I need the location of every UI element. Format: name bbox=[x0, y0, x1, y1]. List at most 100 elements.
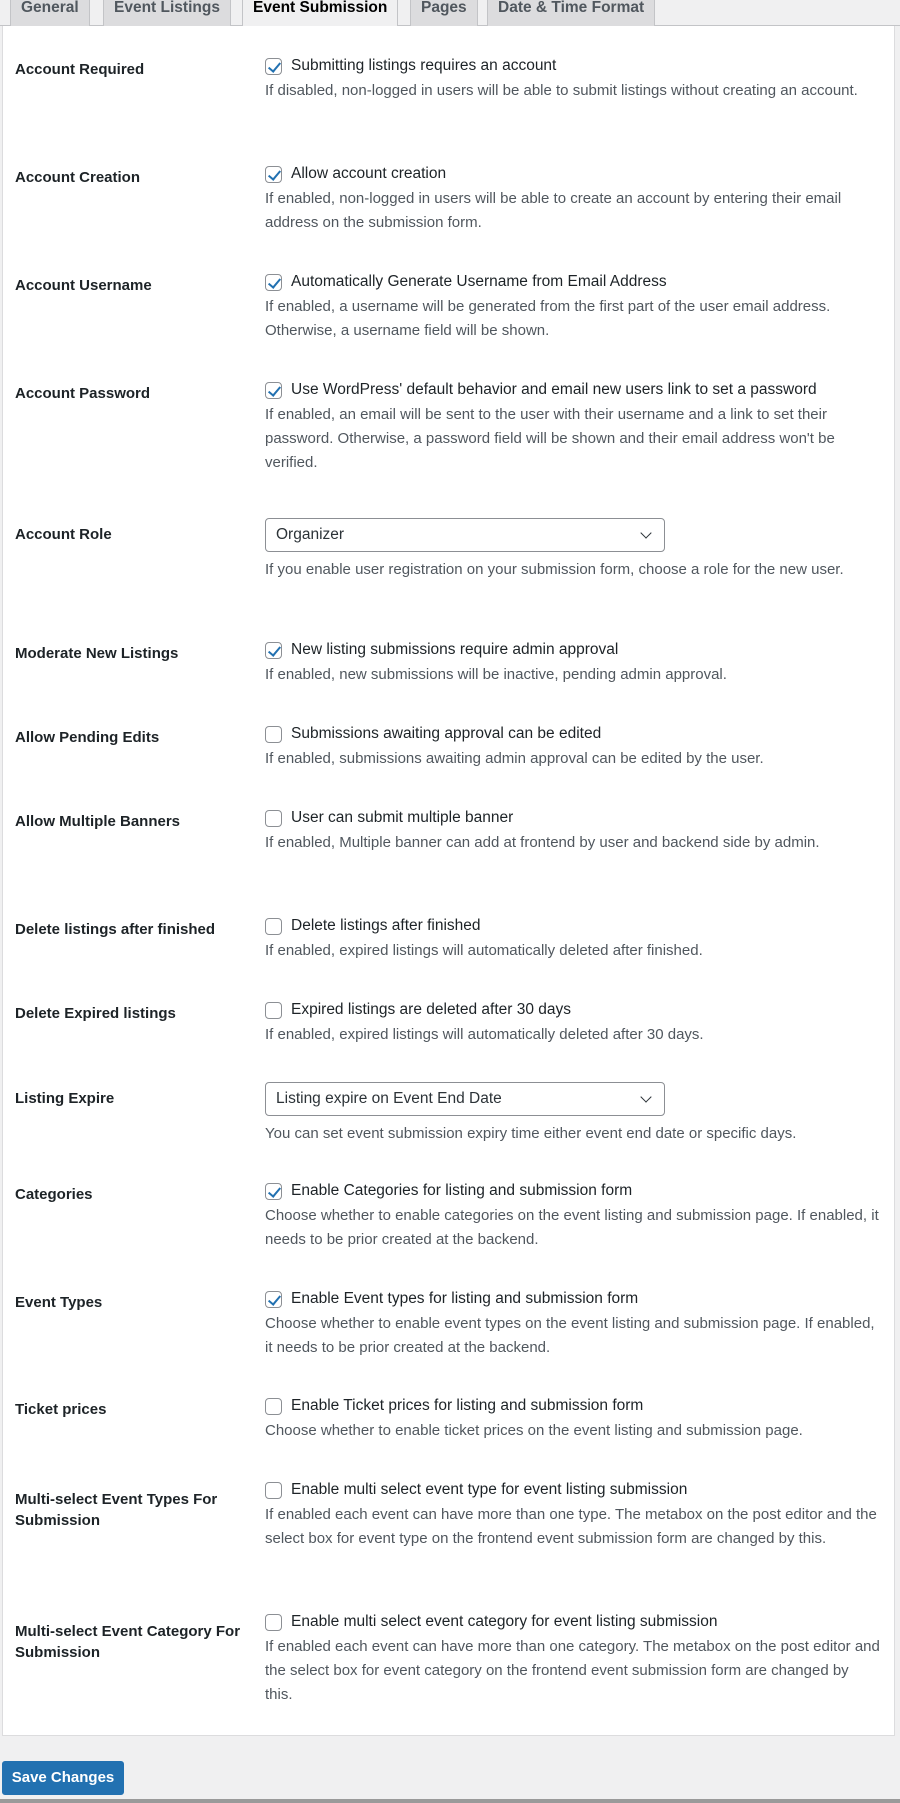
setting-description: If enabled each event can have more than… bbox=[265, 1506, 877, 1547]
setting-description: Choose whether to enable event types on … bbox=[265, 1315, 875, 1356]
setting-description: If disabled, non-logged in users will be… bbox=[265, 82, 858, 99]
option-label: Submitting listings requires an account bbox=[291, 57, 557, 74]
tab-event-submission[interactable]: Event Submission bbox=[242, 0, 399, 27]
setting-label: Event Types bbox=[15, 1294, 103, 1311]
account-username-option[interactable]: Automatically Generate Username from Ema… bbox=[265, 271, 880, 293]
event-types-option[interactable]: Enable Event types for listing and submi… bbox=[265, 1288, 880, 1310]
setting-description: You can set event submission expiry time… bbox=[265, 1125, 797, 1142]
tab-event-listings[interactable]: Event Listings bbox=[103, 0, 231, 26]
option-label: User can submit multiple banner bbox=[291, 809, 514, 826]
setting-label: Moderate New Listings bbox=[15, 645, 179, 662]
setting-label: Account Username bbox=[15, 277, 152, 294]
setting-description: If you enable user registration on your … bbox=[265, 561, 844, 578]
tab-date-time-format[interactable]: Date & Time Format bbox=[487, 0, 656, 26]
setting-label: Categories bbox=[15, 1186, 93, 1203]
bottom-edge bbox=[0, 1799, 900, 1803]
checkbox-unchecked-icon[interactable] bbox=[265, 1613, 282, 1631]
select-value: Organizer bbox=[276, 526, 345, 543]
account-password-option[interactable]: Use WordPress' default behavior and emai… bbox=[265, 379, 880, 401]
setting-label: Delete listings after finished bbox=[15, 921, 216, 938]
setting-description: If enabled, expired listings will automa… bbox=[265, 942, 703, 959]
setting-label: Multi-select Event Category For Submissi… bbox=[15, 1623, 241, 1661]
setting-field: Enable Categories for listing and submis… bbox=[265, 1180, 880, 1252]
settings-panel: Account Required Submitting listings req… bbox=[2, 26, 895, 1736]
setting-field: Expired listings are deleted after 30 da… bbox=[265, 999, 880, 1047]
account-required-option[interactable]: Submitting listings requires an account bbox=[265, 55, 880, 77]
setting-description: If enabled, Multiple banner can add at f… bbox=[265, 834, 820, 851]
checkbox-checked-icon[interactable] bbox=[265, 57, 282, 75]
setting-label: Allow Multiple Banners bbox=[15, 813, 181, 830]
setting-description: If enabled, expired listings will automa… bbox=[265, 1026, 704, 1043]
setting-description: If enabled, non-logged in users will be … bbox=[265, 190, 842, 231]
setting-label: Multi-select Event Types For Submission bbox=[15, 1491, 218, 1529]
multiselect-event-types-option[interactable]: Enable multi select event type for event… bbox=[265, 1479, 880, 1501]
categories-option[interactable]: Enable Categories for listing and submis… bbox=[265, 1180, 880, 1202]
setting-field: Enable multi select event type for event… bbox=[265, 1479, 880, 1551]
option-label: Enable Categories for listing and submis… bbox=[291, 1182, 633, 1199]
checkbox-unchecked-icon[interactable] bbox=[265, 1481, 282, 1499]
option-label: New listing submissions require admin ap… bbox=[291, 641, 619, 658]
tab-general[interactable]: General bbox=[10, 0, 90, 26]
setting-field: Automatically Generate Username from Ema… bbox=[265, 271, 880, 343]
checkbox-unchecked-icon[interactable] bbox=[265, 1397, 282, 1415]
setting-label: Account Password bbox=[15, 385, 151, 402]
select-value: Listing expire on Event End Date bbox=[276, 1090, 502, 1107]
setting-description: Choose whether to enable ticket prices o… bbox=[265, 1422, 803, 1439]
setting-description: Choose whether to enable categories on t… bbox=[265, 1207, 879, 1248]
listing-expire-select[interactable]: Listing expire on Event End Date bbox=[265, 1082, 665, 1116]
setting-label: Listing Expire bbox=[15, 1090, 115, 1107]
option-label: Use WordPress' default behavior and emai… bbox=[291, 381, 817, 398]
setting-label: Account Required bbox=[15, 61, 145, 78]
setting-field: Organizer If you enable user registratio… bbox=[265, 518, 880, 582]
setting-field: New listing submissions require admin ap… bbox=[265, 639, 880, 687]
delete-expired-option[interactable]: Expired listings are deleted after 30 da… bbox=[265, 999, 880, 1021]
allow-multiple-banners-option[interactable]: User can submit multiple banner bbox=[265, 807, 880, 829]
settings-tabs: General Event Listings Event Submission … bbox=[0, 0, 900, 27]
setting-field: User can submit multiple banner If enabl… bbox=[265, 807, 880, 855]
chevron-down-icon bbox=[640, 1090, 652, 1103]
option-label: Enable multi select event category for e… bbox=[291, 1613, 718, 1630]
option-label: Delete listings after finished bbox=[291, 917, 481, 934]
option-label: Allow account creation bbox=[291, 165, 447, 182]
option-label: Enable Event types for listing and submi… bbox=[291, 1290, 639, 1307]
setting-field: Enable Ticket prices for listing and sub… bbox=[265, 1395, 880, 1443]
setting-field: Delete listings after finished If enable… bbox=[265, 915, 880, 963]
ticket-prices-option[interactable]: Enable Ticket prices for listing and sub… bbox=[265, 1395, 880, 1417]
tab-pages[interactable]: Pages bbox=[410, 0, 478, 26]
setting-field: Submitting listings requires an account … bbox=[265, 55, 880, 103]
option-label: Enable multi select event type for event… bbox=[291, 1481, 688, 1498]
allow-pending-edits-option[interactable]: Submissions awaiting approval can be edi… bbox=[265, 723, 880, 745]
checkbox-unchecked-icon[interactable] bbox=[265, 1001, 282, 1019]
checkbox-checked-icon[interactable] bbox=[265, 1182, 282, 1200]
setting-description: If enabled, an email will be sent to the… bbox=[265, 406, 835, 471]
checkbox-checked-icon[interactable] bbox=[265, 641, 282, 659]
multiselect-event-category-option[interactable]: Enable multi select event category for e… bbox=[265, 1611, 880, 1633]
setting-description: If enabled, new submissions will be inac… bbox=[265, 666, 727, 683]
setting-field: Submissions awaiting approval can be edi… bbox=[265, 723, 880, 771]
account-creation-option[interactable]: Allow account creation bbox=[265, 163, 880, 185]
checkbox-checked-icon[interactable] bbox=[265, 381, 282, 399]
setting-description: If enabled, a username will be generated… bbox=[265, 298, 831, 339]
option-label: Submissions awaiting approval can be edi… bbox=[291, 725, 602, 742]
save-changes-button[interactable]: Save Changes bbox=[2, 1761, 124, 1795]
option-label: Enable Ticket prices for listing and sub… bbox=[291, 1397, 644, 1414]
setting-field: Listing expire on Event End Date You can… bbox=[265, 1082, 880, 1146]
checkbox-checked-icon[interactable] bbox=[265, 1290, 282, 1308]
setting-description: If enabled, submissions awaiting admin a… bbox=[265, 750, 764, 767]
setting-field: Use WordPress' default behavior and emai… bbox=[265, 379, 880, 475]
account-role-select[interactable]: Organizer bbox=[265, 518, 665, 552]
setting-field: Enable multi select event category for e… bbox=[265, 1611, 880, 1707]
checkbox-unchecked-icon[interactable] bbox=[265, 917, 282, 935]
setting-field: Allow account creation If enabled, non-l… bbox=[265, 163, 880, 235]
option-label: Expired listings are deleted after 30 da… bbox=[291, 1001, 572, 1018]
setting-label: Delete Expired listings bbox=[15, 1005, 176, 1022]
setting-label: Account Role bbox=[15, 526, 112, 543]
delete-after-finished-option[interactable]: Delete listings after finished bbox=[265, 915, 880, 937]
setting-label: Account Creation bbox=[15, 169, 141, 186]
moderate-new-listings-option[interactable]: New listing submissions require admin ap… bbox=[265, 639, 880, 661]
checkbox-unchecked-icon[interactable] bbox=[265, 725, 282, 743]
checkbox-unchecked-icon[interactable] bbox=[265, 809, 282, 827]
checkbox-checked-icon[interactable] bbox=[265, 273, 282, 291]
checkbox-checked-icon[interactable] bbox=[265, 165, 282, 183]
setting-label: Allow Pending Edits bbox=[15, 729, 160, 746]
